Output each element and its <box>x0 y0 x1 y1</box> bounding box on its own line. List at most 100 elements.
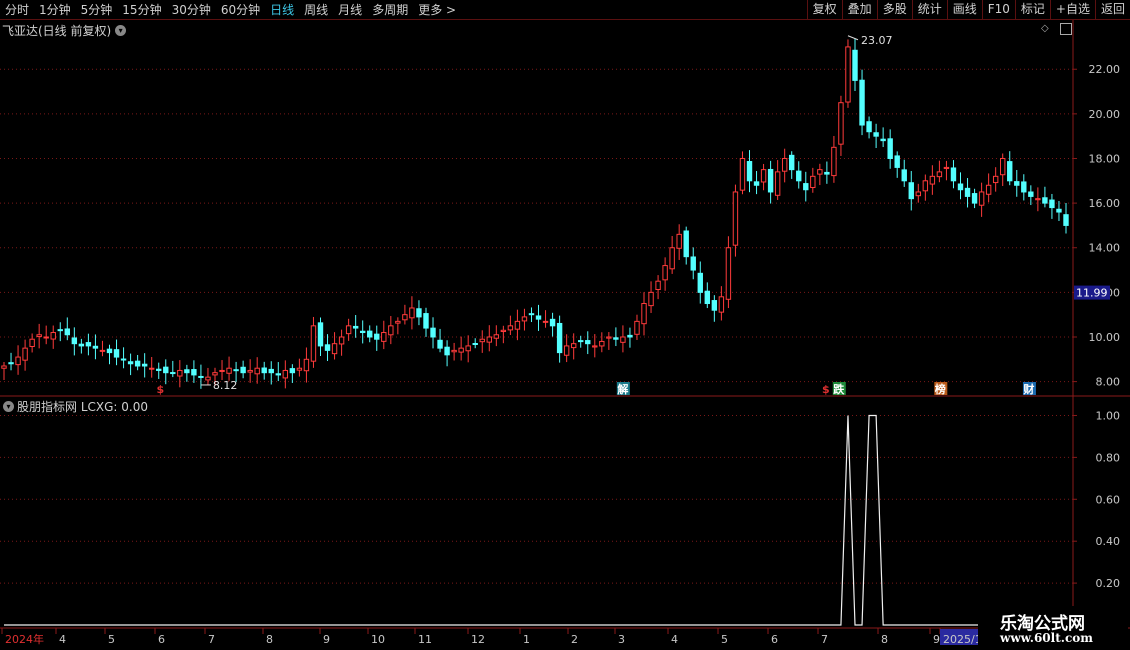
event-label: 解 <box>617 382 628 396</box>
candle-body <box>789 154 795 171</box>
candle-body <box>732 191 739 246</box>
candle-body <box>29 338 35 347</box>
candle-body <box>810 175 816 189</box>
lcxg-line <box>4 414 1066 626</box>
candle-body <box>36 334 42 338</box>
time-tick-label: 6 <box>771 633 778 646</box>
price-tick-label: 14.00 <box>1089 242 1121 255</box>
candle-body <box>718 296 725 313</box>
candle-body <box>15 356 21 366</box>
candle-body <box>641 303 647 325</box>
time-tick-label: 4 <box>59 633 66 646</box>
candle-body <box>873 132 879 137</box>
candle-body <box>247 369 253 373</box>
candle-body <box>1007 161 1013 182</box>
current-price-label: 11.99 <box>1076 287 1108 300</box>
candle-body <box>352 325 359 329</box>
candle-body <box>345 325 352 335</box>
candle-body <box>1063 214 1069 226</box>
candle-body <box>409 307 415 319</box>
candle-body <box>1 365 7 369</box>
candle-body <box>395 320 401 324</box>
candle-body <box>563 345 570 356</box>
candle-body <box>838 102 844 145</box>
candle-body <box>845 46 851 103</box>
time-tick-label: 2024年 <box>5 632 44 646</box>
candle-body <box>148 367 155 370</box>
candle-body <box>901 169 907 182</box>
candle-body <box>437 339 443 349</box>
price-tick-label: 22.00 <box>1089 63 1121 76</box>
watermark-url: www.60lt.com <box>1000 631 1093 645</box>
candle-body <box>620 336 626 343</box>
candle-body <box>64 328 70 336</box>
event-label: $ <box>822 383 830 396</box>
candle-body <box>85 342 92 347</box>
time-tick-label: 6 <box>158 633 165 646</box>
time-tick-label: 5 <box>721 633 728 646</box>
candle-body <box>444 346 450 356</box>
candle-body <box>1028 191 1034 197</box>
candle-body <box>578 340 584 343</box>
candle-body <box>971 193 978 204</box>
candle-body <box>831 146 837 177</box>
time-tick-label: 8 <box>266 633 273 646</box>
candle-body <box>739 157 746 191</box>
event-label: 跌 <box>833 382 845 396</box>
candle-body <box>479 338 485 343</box>
candle-body <box>1014 181 1020 186</box>
candle-body <box>127 361 134 365</box>
candle-body <box>430 327 436 338</box>
candle-body <box>493 334 500 339</box>
candle-body <box>113 349 120 358</box>
time-tick-label: 2 <box>571 633 578 646</box>
candle-body <box>521 316 528 322</box>
stock-chart[interactable]: 8.0010.0012.0014.0016.0018.0020.0022.000… <box>0 0 1130 650</box>
candle-body <box>549 318 556 327</box>
indicator-tick-label: 0.40 <box>1096 535 1121 548</box>
candle-body <box>78 343 85 347</box>
candle-body <box>1049 199 1055 209</box>
candle-body <box>592 345 598 348</box>
candle-body <box>852 49 858 81</box>
time-tick-label: 5 <box>108 633 115 646</box>
time-tick-label: 3 <box>618 633 625 646</box>
candle-body <box>374 333 380 340</box>
candle-body <box>774 171 781 196</box>
candle-body <box>957 183 964 191</box>
candle-body <box>950 167 957 182</box>
candle-body <box>8 362 14 365</box>
price-tick-label: 18.00 <box>1089 152 1121 165</box>
candle-body <box>317 322 324 347</box>
candle-body <box>1000 157 1006 176</box>
candle-body <box>746 161 753 182</box>
low-price-label: 8.12 <box>213 379 238 392</box>
price-tick-label: 10.00 <box>1089 331 1121 344</box>
time-tick-label: 9 <box>323 633 330 646</box>
candle-body <box>725 247 732 300</box>
candle-body <box>655 280 661 291</box>
candle-body <box>711 300 718 311</box>
candle-body <box>359 330 366 334</box>
candle-body <box>367 330 373 338</box>
candle-body <box>697 272 703 293</box>
candle-body <box>156 368 162 371</box>
candle-body <box>922 180 929 192</box>
high-price-label: 23.07 <box>861 34 893 47</box>
candle-body <box>992 175 999 184</box>
time-tick-label: 7 <box>821 633 828 646</box>
candle-body <box>324 344 331 351</box>
price-tick-label: 16.00 <box>1089 197 1121 210</box>
candle-body <box>887 138 893 159</box>
candle-body <box>824 171 830 175</box>
candle-body <box>163 366 169 374</box>
candle-body <box>915 191 922 197</box>
candle-body <box>212 372 218 376</box>
candle-body <box>585 340 591 345</box>
candle-body <box>268 368 274 374</box>
candle-body <box>282 369 289 379</box>
candle-body <box>936 171 943 178</box>
candle-body <box>296 367 303 371</box>
candle-body <box>781 157 788 172</box>
candle-body <box>943 166 950 170</box>
